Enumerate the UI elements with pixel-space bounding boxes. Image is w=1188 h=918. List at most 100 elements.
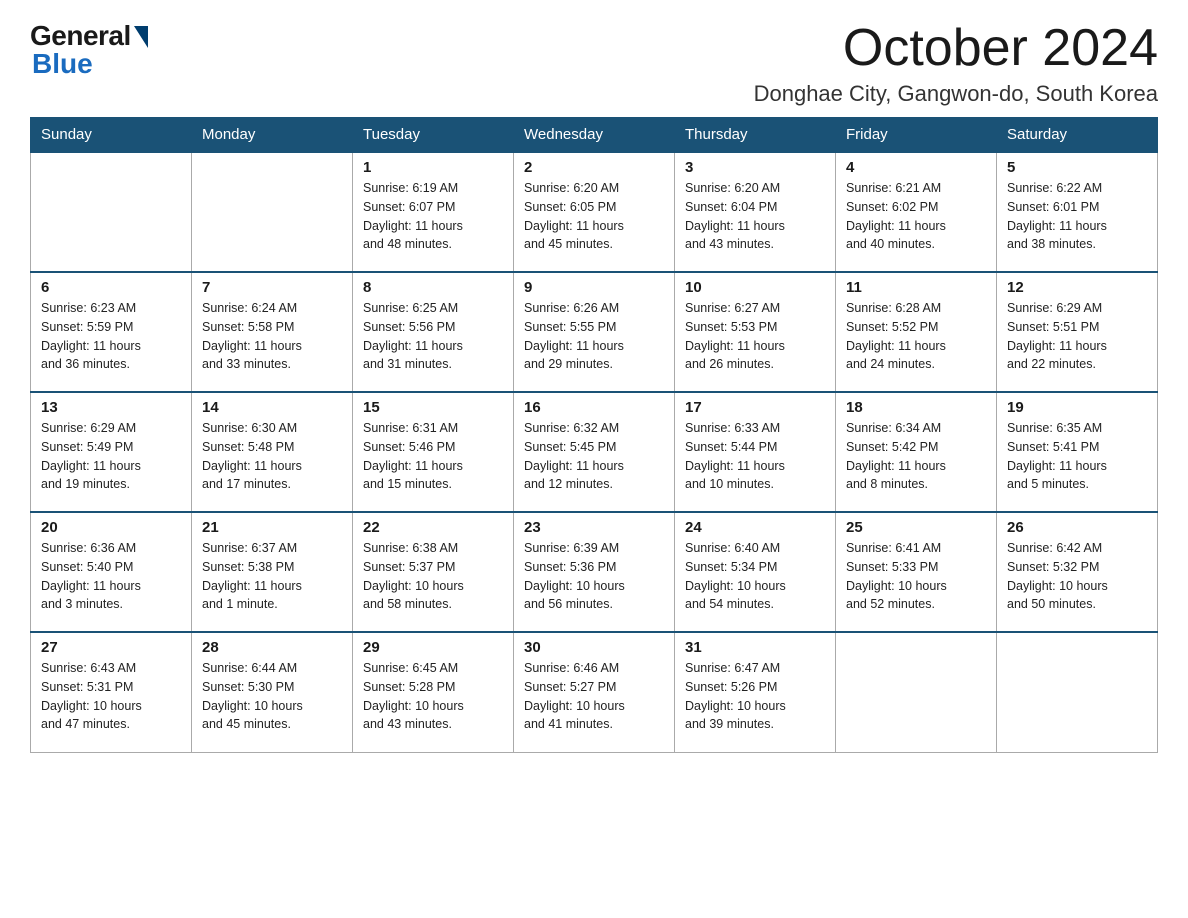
calendar-cell: 17 Sunrise: 6:33 AMSunset: 5:44 PMDayligh… [675, 392, 836, 512]
day-number: 16 [524, 399, 664, 416]
day-number: 22 [363, 519, 503, 536]
day-info: Sunrise: 6:47 AMSunset: 5:26 PMDaylight:… [685, 659, 825, 734]
day-number: 11 [846, 279, 986, 296]
day-info: Sunrise: 6:31 AMSunset: 5:46 PMDaylight:… [363, 419, 503, 494]
day-info: Sunrise: 6:23 AMSunset: 5:59 PMDaylight:… [41, 299, 181, 374]
day-number: 4 [846, 159, 986, 176]
day-number: 14 [202, 399, 342, 416]
calendar-cell: 19 Sunrise: 6:35 AMSunset: 5:41 PMDayligh… [997, 392, 1158, 512]
day-number: 2 [524, 159, 664, 176]
calendar-cell: 24Sunrise: 6:40 AMSunset: 5:34 PMDayligh… [675, 512, 836, 632]
calendar-header-thursday: Thursday [675, 118, 836, 153]
calendar-cell: 22 Sunrise: 6:38 AMSunset: 5:37 PMDayligh… [353, 512, 514, 632]
day-info: Sunrise: 6:44 AMSunset: 5:30 PMDaylight:… [202, 659, 342, 734]
calendar-header-row: SundayMondayTuesdayWednesdayThursdayFrid… [31, 118, 1158, 153]
day-number: 20 [41, 519, 181, 536]
month-title: October 2024 [754, 20, 1158, 77]
calendar-week-2: 6 Sunrise: 6:23 AMSunset: 5:59 PMDaylight… [31, 272, 1158, 392]
calendar-cell: 14 Sunrise: 6:30 AMSunset: 5:48 PMDayligh… [192, 392, 353, 512]
day-number: 12 [1007, 279, 1147, 296]
location-subtitle: Donghae City, Gangwon-do, South Korea [754, 81, 1158, 107]
calendar-header-saturday: Saturday [997, 118, 1158, 153]
day-info: Sunrise: 6:29 AMSunset: 5:49 PMDaylight:… [41, 419, 181, 494]
day-info: Sunrise: 6:40 AMSunset: 5:34 PMDaylight:… [685, 539, 825, 614]
day-info: Sunrise: 6:41 AMSunset: 5:33 PMDaylight:… [846, 539, 986, 614]
logo-triangle-icon [134, 26, 148, 48]
day-number: 23 [524, 519, 664, 536]
calendar-table: SundayMondayTuesdayWednesdayThursdayFrid… [30, 117, 1158, 753]
day-info: Sunrise: 6:38 AMSunset: 5:37 PMDaylight:… [363, 539, 503, 614]
day-number: 18 [846, 399, 986, 416]
day-number: 7 [202, 279, 342, 296]
calendar-header-sunday: Sunday [31, 118, 192, 153]
day-info: Sunrise: 6:21 AMSunset: 6:02 PMDaylight:… [846, 179, 986, 254]
day-info: Sunrise: 6:32 AMSunset: 5:45 PMDaylight:… [524, 419, 664, 494]
day-info: Sunrise: 6:29 AMSunset: 5:51 PMDaylight:… [1007, 299, 1147, 374]
calendar-week-5: 27Sunrise: 6:43 AMSunset: 5:31 PMDayligh… [31, 632, 1158, 752]
calendar-cell: 6 Sunrise: 6:23 AMSunset: 5:59 PMDaylight… [31, 272, 192, 392]
calendar-cell: 25 Sunrise: 6:41 AMSunset: 5:33 PMDayligh… [836, 512, 997, 632]
day-number: 10 [685, 279, 825, 296]
calendar-cell: 10Sunrise: 6:27 AMSunset: 5:53 PMDayligh… [675, 272, 836, 392]
calendar-cell: 18 Sunrise: 6:34 AMSunset: 5:42 PMDayligh… [836, 392, 997, 512]
day-number: 25 [846, 519, 986, 536]
calendar-week-3: 13Sunrise: 6:29 AMSunset: 5:49 PMDayligh… [31, 392, 1158, 512]
calendar-cell: 21 Sunrise: 6:37 AMSunset: 5:38 PMDayligh… [192, 512, 353, 632]
day-number: 8 [363, 279, 503, 296]
day-number: 17 [685, 399, 825, 416]
day-number: 26 [1007, 519, 1147, 536]
calendar-cell: 30Sunrise: 6:46 AMSunset: 5:27 PMDayligh… [514, 632, 675, 752]
day-info: Sunrise: 6:19 AMSunset: 6:07 PMDaylight:… [363, 179, 503, 254]
day-number: 1 [363, 159, 503, 176]
day-number: 5 [1007, 159, 1147, 176]
day-info: Sunrise: 6:37 AMSunset: 5:38 PMDaylight:… [202, 539, 342, 614]
logo: General Blue [30, 20, 148, 80]
calendar-cell: 12 Sunrise: 6:29 AMSunset: 5:51 PMDayligh… [997, 272, 1158, 392]
calendar-cell: 9 Sunrise: 6:26 AMSunset: 5:55 PMDaylight… [514, 272, 675, 392]
logo-blue-text: Blue [32, 48, 93, 80]
day-info: Sunrise: 6:20 AMSunset: 6:05 PMDaylight:… [524, 179, 664, 254]
day-number: 21 [202, 519, 342, 536]
calendar-cell: 1 Sunrise: 6:19 AMSunset: 6:07 PMDaylight… [353, 152, 514, 272]
day-number: 3 [685, 159, 825, 176]
calendar-header-monday: Monday [192, 118, 353, 153]
calendar-header-wednesday: Wednesday [514, 118, 675, 153]
day-info: Sunrise: 6:28 AMSunset: 5:52 PMDaylight:… [846, 299, 986, 374]
calendar-cell [836, 632, 997, 752]
day-info: Sunrise: 6:35 AMSunset: 5:41 PMDaylight:… [1007, 419, 1147, 494]
calendar-cell: 26Sunrise: 6:42 AMSunset: 5:32 PMDayligh… [997, 512, 1158, 632]
calendar-cell: 29 Sunrise: 6:45 AMSunset: 5:28 PMDayligh… [353, 632, 514, 752]
day-info: Sunrise: 6:25 AMSunset: 5:56 PMDaylight:… [363, 299, 503, 374]
calendar-cell: 2 Sunrise: 6:20 AMSunset: 6:05 PMDaylight… [514, 152, 675, 272]
day-info: Sunrise: 6:45 AMSunset: 5:28 PMDaylight:… [363, 659, 503, 734]
calendar-header-tuesday: Tuesday [353, 118, 514, 153]
day-info: Sunrise: 6:34 AMSunset: 5:42 PMDaylight:… [846, 419, 986, 494]
calendar-cell: 20Sunrise: 6:36 AMSunset: 5:40 PMDayligh… [31, 512, 192, 632]
title-block: October 2024 Donghae City, Gangwon-do, S… [754, 20, 1158, 107]
day-number: 31 [685, 639, 825, 656]
calendar-cell: 4 Sunrise: 6:21 AMSunset: 6:02 PMDaylight… [836, 152, 997, 272]
day-number: 15 [363, 399, 503, 416]
calendar-week-4: 20Sunrise: 6:36 AMSunset: 5:40 PMDayligh… [31, 512, 1158, 632]
calendar-cell [192, 152, 353, 272]
day-number: 6 [41, 279, 181, 296]
calendar-cell: 3Sunrise: 6:20 AMSunset: 6:04 PMDaylight… [675, 152, 836, 272]
day-number: 9 [524, 279, 664, 296]
day-info: Sunrise: 6:26 AMSunset: 5:55 PMDaylight:… [524, 299, 664, 374]
day-info: Sunrise: 6:33 AMSunset: 5:44 PMDaylight:… [685, 419, 825, 494]
day-number: 29 [363, 639, 503, 656]
day-info: Sunrise: 6:46 AMSunset: 5:27 PMDaylight:… [524, 659, 664, 734]
calendar-cell: 27Sunrise: 6:43 AMSunset: 5:31 PMDayligh… [31, 632, 192, 752]
calendar-cell: 28Sunrise: 6:44 AMSunset: 5:30 PMDayligh… [192, 632, 353, 752]
day-info: Sunrise: 6:39 AMSunset: 5:36 PMDaylight:… [524, 539, 664, 614]
calendar-week-1: 1 Sunrise: 6:19 AMSunset: 6:07 PMDaylight… [31, 152, 1158, 272]
calendar-cell: 13Sunrise: 6:29 AMSunset: 5:49 PMDayligh… [31, 392, 192, 512]
calendar-cell: 23 Sunrise: 6:39 AMSunset: 5:36 PMDayligh… [514, 512, 675, 632]
calendar-cell: 16 Sunrise: 6:32 AMSunset: 5:45 PMDayligh… [514, 392, 675, 512]
day-number: 19 [1007, 399, 1147, 416]
day-info: Sunrise: 6:22 AMSunset: 6:01 PMDaylight:… [1007, 179, 1147, 254]
day-info: Sunrise: 6:30 AMSunset: 5:48 PMDaylight:… [202, 419, 342, 494]
day-info: Sunrise: 6:43 AMSunset: 5:31 PMDaylight:… [41, 659, 181, 734]
calendar-cell: 8 Sunrise: 6:25 AMSunset: 5:56 PMDaylight… [353, 272, 514, 392]
calendar-cell: 5 Sunrise: 6:22 AMSunset: 6:01 PMDaylight… [997, 152, 1158, 272]
